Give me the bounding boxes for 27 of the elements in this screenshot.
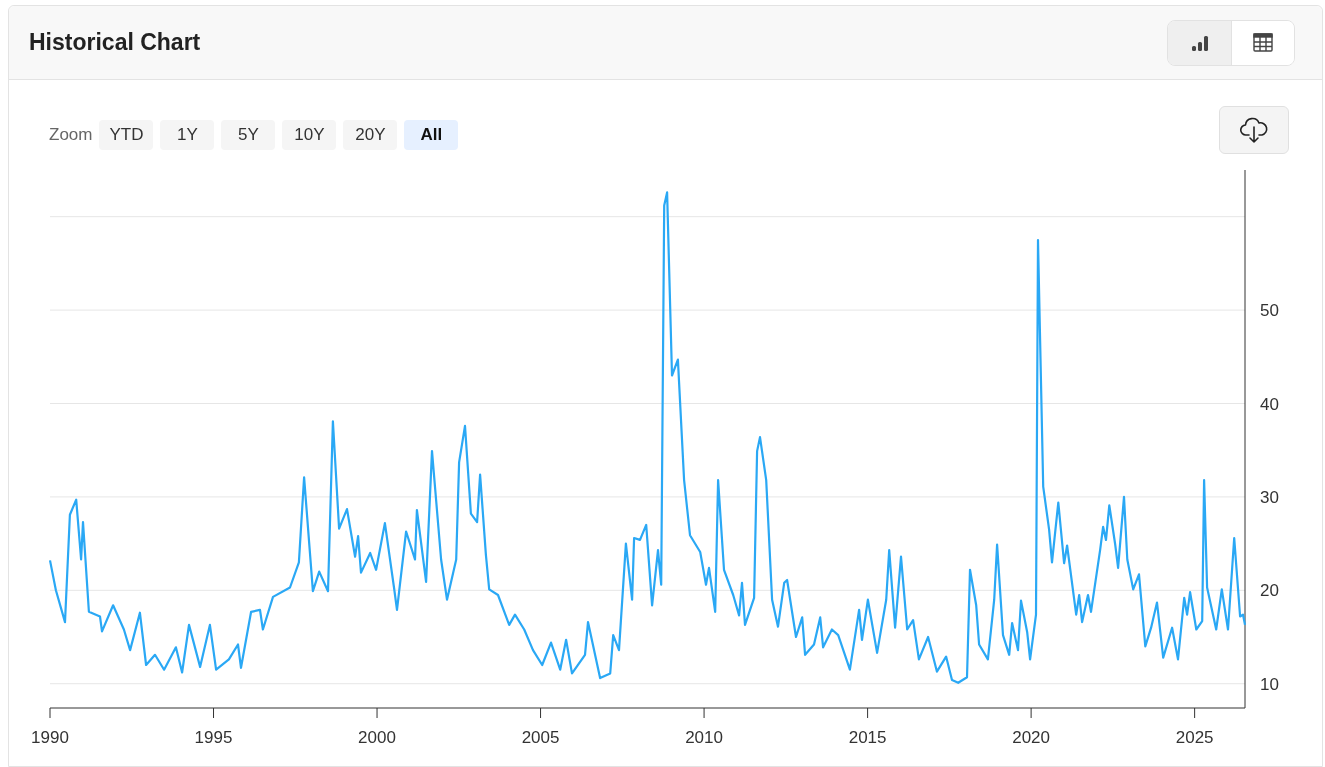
card-title: Historical Chart (29, 28, 201, 58)
zoom-option[interactable]: 20Y (343, 120, 398, 150)
x-axis-label: 2005 (521, 728, 560, 747)
y-axis-label: 30 (1260, 487, 1279, 507)
chart-view-button[interactable] (1168, 20, 1231, 65)
x-axis-label: 2020 (1012, 728, 1051, 747)
zoom-option[interactable]: YTD (99, 120, 154, 150)
x-axis-label: 1990 (31, 728, 69, 747)
zoom-option[interactable]: 1Y (160, 120, 215, 150)
x-axis-label: 1995 (194, 728, 233, 747)
x-axis-label: 2000 (358, 728, 396, 747)
y-axis-label: 40 (1260, 394, 1279, 414)
zoom-label: Zoom (49, 124, 93, 147)
zoom-option[interactable]: All (404, 120, 459, 150)
x-axis-label: 2010 (685, 728, 723, 747)
table-icon (1253, 33, 1273, 52)
y-axis-label: 20 (1260, 581, 1279, 601)
y-axis-label: 50 (1260, 301, 1279, 321)
table-view-button[interactable] (1231, 20, 1294, 65)
y-axis-label: 10 (1260, 674, 1279, 694)
zoom-option[interactable]: 5Y (221, 120, 276, 150)
bar-chart-icon (1190, 33, 1209, 52)
x-axis-label: 2015 (848, 728, 887, 747)
cloud-download-icon (1239, 116, 1269, 144)
zoom-option[interactable]: 10Y (282, 120, 337, 150)
download-button[interactable] (1219, 106, 1289, 154)
x-axis-label: 2025 (1175, 728, 1214, 747)
